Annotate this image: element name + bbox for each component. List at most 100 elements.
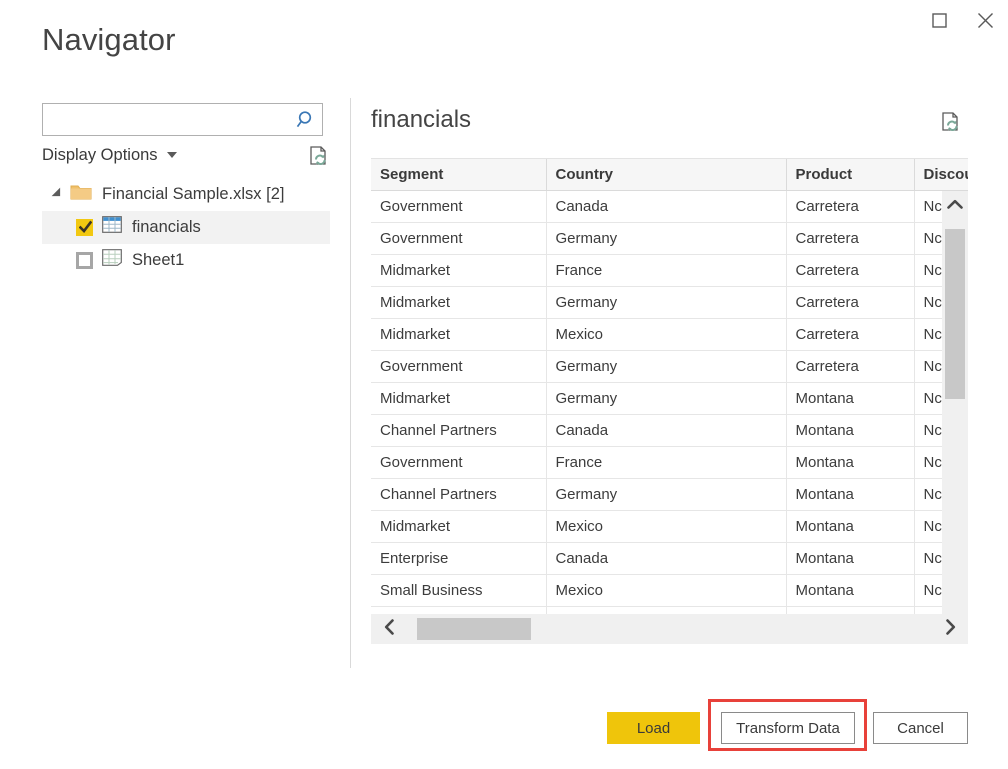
scroll-up-button[interactable] (942, 191, 968, 221)
vertical-scrollbar[interactable] (942, 191, 968, 644)
table-row[interactable]: Midmarket Mexico Montana Nc (371, 510, 968, 543)
source-tree: Financial Sample.xlsx [2] financials She… (42, 178, 330, 277)
table-row[interactable]: Government France Montana Nc (371, 446, 968, 479)
table-cell: Mexico (546, 510, 787, 543)
table-cell: Government (371, 190, 547, 223)
table-row[interactable]: Midmarket Germany Carretera Nc (371, 286, 968, 319)
refresh-page-icon[interactable] (938, 110, 964, 136)
table-cell: Midmarket (371, 510, 547, 543)
tree-node-workbook[interactable]: Financial Sample.xlsx [2] (42, 178, 330, 211)
table-cell: Carretera (786, 286, 915, 319)
table-row[interactable]: Government Canada Carretera Nc (371, 190, 968, 223)
preview-header: financials (371, 104, 968, 148)
expander-collapse-icon[interactable] (50, 186, 66, 202)
load-button[interactable]: Load (607, 712, 700, 744)
panel-divider (350, 98, 351, 668)
column-header-discount[interactable]: Discou (914, 159, 968, 191)
table-row[interactable]: Midmarket Germany Montana Nc (371, 382, 968, 415)
column-header-segment[interactable]: Segment (371, 159, 547, 191)
table-cell: Enterprise (371, 542, 547, 575)
table-cell: Montana (786, 446, 915, 479)
scroll-left-button[interactable] (371, 614, 407, 644)
search-box[interactable] (42, 103, 323, 136)
search-icon[interactable] (292, 108, 316, 132)
column-header-country[interactable]: Country (546, 159, 787, 191)
table-cell: Carretera (786, 190, 915, 223)
table-cell: Germany (546, 478, 787, 511)
navigator-left-panel: Display Options Financial Sample.xlsx [2… (42, 103, 330, 277)
table-row[interactable]: Small Business Mexico Montana Nc (371, 574, 968, 607)
table-cell: Midmarket (371, 254, 547, 287)
table-cell: Germany (546, 222, 787, 255)
display-options-label[interactable]: Display Options (42, 147, 158, 164)
table-cell: Mexico (546, 318, 787, 351)
cancel-button[interactable]: Cancel (873, 712, 968, 744)
chevron-left-icon (384, 618, 395, 640)
table-cell: Government (371, 446, 547, 479)
table-icon (102, 216, 122, 238)
table-cell: Canada (546, 542, 787, 575)
preview-title: financials (371, 106, 472, 133)
chevron-right-icon (945, 618, 956, 640)
table-header-row: Segment Country Product Discou (371, 159, 968, 191)
preview-panel: financials Segment Country Product Disco… (371, 104, 968, 644)
table-cell: Midmarket (371, 382, 547, 415)
table-cell: Montana (786, 542, 915, 575)
tree-node-sheet1[interactable]: Sheet1 (42, 244, 330, 277)
table-row[interactable]: Midmarket France Carretera Nc (371, 254, 968, 287)
table-cell: Canada (546, 414, 787, 447)
refresh-page-icon[interactable] (305, 143, 331, 169)
table-cell: France (546, 446, 787, 479)
table-cell: Montana (786, 478, 915, 511)
table-cell: Carretera (786, 222, 915, 255)
table-row[interactable]: Channel Partners Canada Montana Nc (371, 414, 968, 447)
table-row[interactable]: Government Germany Carretera Nc (371, 350, 968, 383)
preview-table: Segment Country Product Discou Governmen… (371, 159, 968, 644)
table-cell: Government (371, 350, 547, 383)
checkbox-sheet1[interactable] (76, 251, 93, 269)
table-row[interactable]: Channel Partners Germany Montana Nc (371, 478, 968, 511)
table-cell: Midmarket (371, 286, 547, 319)
table-cell: Germany (546, 350, 787, 383)
search-input[interactable] (43, 104, 291, 135)
vertical-scroll-thumb[interactable] (945, 229, 965, 399)
maximize-button[interactable] (916, 0, 962, 40)
checkbox-financials[interactable] (76, 218, 93, 236)
tree-node-sheet1-label: Sheet1 (132, 250, 185, 269)
table-cell: Small Business (371, 574, 547, 607)
table-row[interactable]: Government Germany Carretera Nc (371, 222, 968, 255)
table-cell: Germany (546, 286, 787, 319)
table-cell: Midmarket (371, 318, 547, 351)
table-cell: Mexico (546, 574, 787, 607)
table-row[interactable]: Enterprise Canada Montana Nc (371, 542, 968, 575)
table-cell: Montana (786, 510, 915, 543)
horizontal-scroll-thumb[interactable] (417, 618, 531, 640)
maximize-icon (931, 12, 947, 28)
scroll-right-button[interactable] (932, 614, 968, 644)
sheet-icon (102, 249, 122, 271)
table-cell: Montana (786, 574, 915, 607)
table-row[interactable]: Midmarket Mexico Carretera Nc (371, 318, 968, 351)
table-cell: Carretera (786, 254, 915, 287)
close-button[interactable] (962, 0, 1008, 40)
table-cell: Channel Partners (371, 478, 547, 511)
table-cell: Montana (786, 414, 915, 447)
tree-node-financials-label: financials (132, 217, 201, 236)
table-cell: Carretera (786, 318, 915, 351)
window-controls (916, 0, 1008, 44)
folder-icon (70, 183, 92, 206)
transform-data-button[interactable]: Transform Data (721, 712, 855, 744)
table-cell: Government (371, 222, 547, 255)
dialog-footer: Load Transform Data Cancel (0, 699, 1008, 751)
table-cell: Channel Partners (371, 414, 547, 447)
table-cell: Montana (786, 382, 915, 415)
table-cell: France (546, 254, 787, 287)
table-body: Government Canada Carretera Nc Government Ger… (371, 190, 968, 644)
tree-node-financials[interactable]: financials (42, 210, 330, 244)
column-header-product[interactable]: Product (786, 159, 915, 191)
display-options-row: Display Options (42, 146, 326, 165)
horizontal-scrollbar[interactable] (371, 614, 968, 644)
check-icon (78, 220, 93, 235)
chevron-down-icon[interactable] (166, 152, 177, 159)
close-icon (977, 12, 994, 29)
